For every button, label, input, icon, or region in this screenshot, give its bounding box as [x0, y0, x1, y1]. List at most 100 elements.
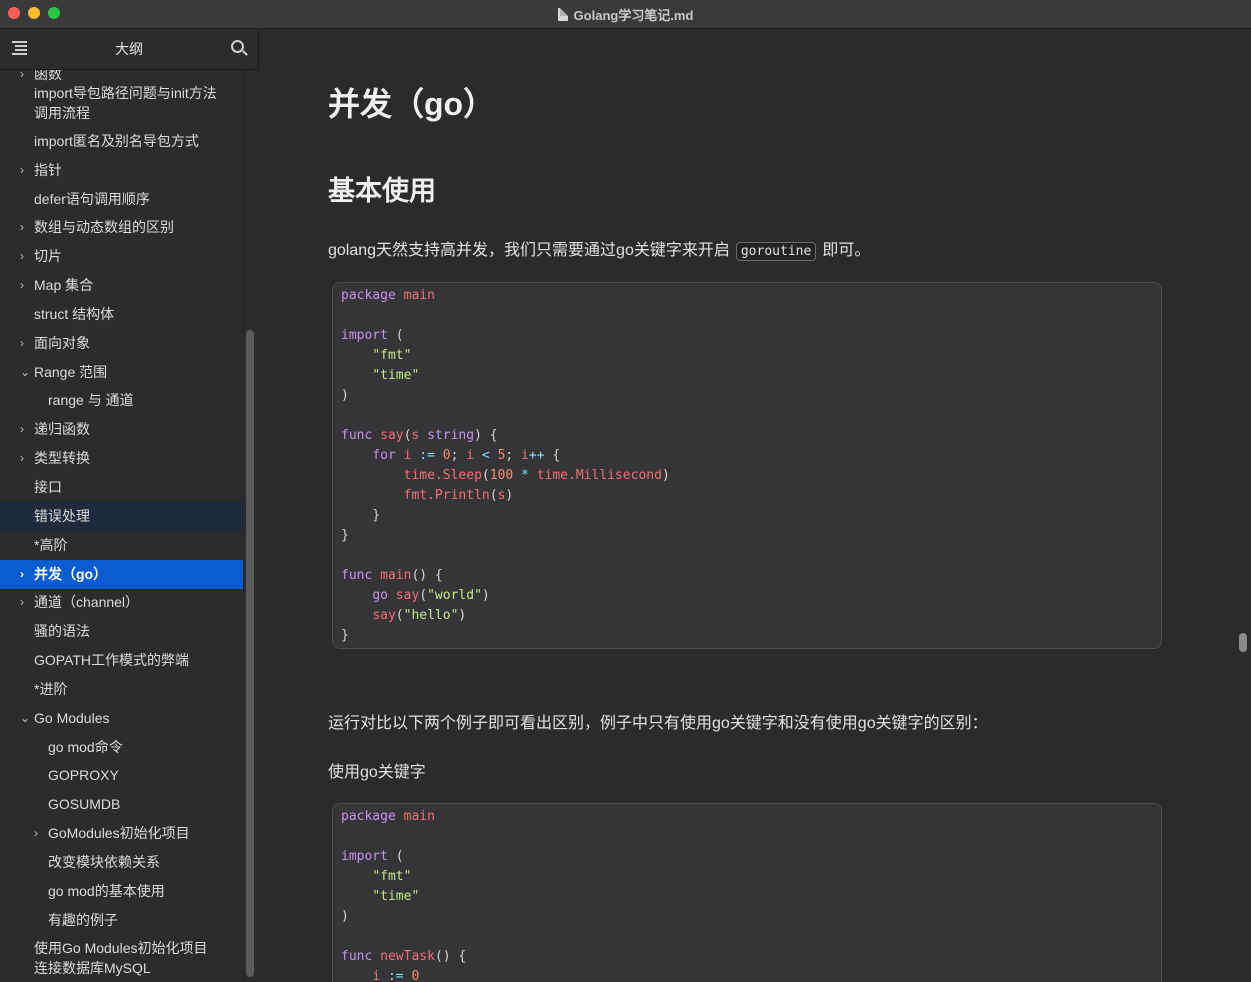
- code-line: ): [341, 388, 349, 403]
- outline-item-label: Go Modules: [34, 710, 110, 726]
- window-controls: [8, 7, 60, 19]
- outline-item-label: 切片: [34, 248, 62, 264]
- outline-sidebar: 大纲 › 函数 import导包路径问题与init方法 调用流程 import匿名及别名…: [0, 29, 259, 982]
- outline-item-label: 并发（go）: [34, 566, 108, 582]
- minimize-window-button[interactable]: [28, 7, 40, 19]
- paragraph-intro-text: golang天然支持高并发，我们只需要通过go关键字来开启: [328, 242, 730, 259]
- outline-item-label: range 与 通道: [48, 392, 134, 408]
- outline-item-label: 通道（channel）: [34, 594, 140, 610]
- code-line: go say("world"): [372, 588, 490, 603]
- outline-item-label: 类型转换: [34, 450, 90, 466]
- chevron-right-icon[interactable]: ›: [20, 246, 24, 266]
- code-line: ): [341, 909, 349, 924]
- code-line: func newTask() {: [341, 949, 467, 964]
- outline-item[interactable]: 错误处理: [0, 502, 243, 531]
- code-line: import (: [341, 849, 404, 864]
- chevron-right-icon[interactable]: ›: [20, 564, 24, 584]
- sidebar-scrollbar-thumb[interactable]: [246, 330, 254, 977]
- code-block-1[interactable]: package main import ( "fmt" "time") func…: [332, 282, 1162, 649]
- outline-item-label: Range 范围: [34, 364, 108, 380]
- code-line: package main: [341, 809, 435, 824]
- title-bar: Golang学习笔记.md: [0, 0, 1251, 29]
- close-window-button[interactable]: [8, 7, 20, 19]
- code-line: for i := 0; i < 5; i++ {: [372, 448, 561, 463]
- window-title-text: Golang学习笔记.md: [573, 7, 694, 23]
- outline-item-label: 有趣的例子: [48, 912, 118, 928]
- outline-item-label: struct 结构体: [34, 306, 115, 322]
- outline-item-label: *进阶: [34, 681, 68, 697]
- sidebar-title: 大纲: [115, 41, 143, 57]
- code-block-2[interactable]: package main import ( "fmt" "time") func…: [332, 803, 1162, 982]
- outline-item-label: 改变模块依赖关系: [48, 854, 160, 870]
- outline-item-label: 数组与动态数组的区别: [34, 219, 174, 235]
- outline-item-label: 连接数据库MySQL: [34, 960, 151, 976]
- code-line: import (: [341, 328, 404, 343]
- chevron-right-icon[interactable]: ›: [34, 823, 38, 843]
- outline-item-label: 骚的语法: [34, 623, 90, 639]
- paragraph-use-go: 使用go关键字: [328, 764, 426, 781]
- code-line: package main: [341, 288, 435, 303]
- code-line: }: [341, 628, 349, 643]
- outline-list: › 函数 import导包路径问题与init方法 调用流程 import匿名及别名导包方…: [0, 70, 243, 982]
- code-line: "fmt": [372, 348, 412, 363]
- outline-item-label: 错误处理: [34, 508, 90, 524]
- code-line: time.Sleep(100 * time.Millisecond): [403, 468, 670, 483]
- chevron-right-icon[interactable]: ›: [20, 160, 24, 180]
- chevron-right-icon[interactable]: ›: [20, 333, 24, 353]
- editor-content[interactable]: 并发（go） 基本使用 golang天然支持高并发，我们只需要通过go关键字来开…: [259, 29, 1251, 982]
- outline-item-label: 接口: [34, 479, 62, 495]
- heading-2: 基本使用: [328, 176, 436, 206]
- code-line: "time": [372, 368, 420, 383]
- chevron-down-icon[interactable]: ⌄: [20, 708, 30, 728]
- outline-toggle-icon[interactable]: [12, 41, 27, 55]
- paragraph-intro-end: 即可。: [822, 242, 871, 259]
- maximize-window-button[interactable]: [48, 7, 60, 19]
- outline-item-label: 函数: [34, 70, 62, 82]
- inline-code: goroutine: [735, 242, 817, 261]
- outline-item-label: GOSUMDB: [48, 796, 121, 812]
- search-icon[interactable]: [231, 40, 244, 53]
- outline-item-label: defer语句调用顺序: [34, 191, 150, 207]
- code-line: fmt.Println(s): [403, 488, 514, 503]
- heading-1: 并发（go）: [328, 86, 496, 122]
- window-title: Golang学习笔记.md: [557, 5, 694, 24]
- outline-item-label: import匿名及别名导包方式: [34, 133, 199, 149]
- code-line: "time": [372, 889, 420, 904]
- code-line: }: [341, 528, 349, 543]
- code-line: func say(s string) {: [341, 428, 498, 443]
- code-line: "fmt": [372, 869, 412, 884]
- outline-item-label: 调用流程: [34, 105, 90, 121]
- code-line: }: [341, 508, 381, 523]
- code-line: say("hello"): [372, 608, 467, 623]
- code-line: i := 0: [372, 969, 420, 982]
- chevron-right-icon[interactable]: ›: [20, 448, 24, 468]
- outline-item-label: *高阶: [34, 537, 68, 553]
- chevron-right-icon[interactable]: ›: [20, 419, 24, 439]
- chevron-right-icon[interactable]: ›: [20, 70, 24, 84]
- chevron-right-icon[interactable]: ›: [20, 592, 24, 612]
- editor-scrollbar-thumb[interactable]: [1239, 633, 1247, 652]
- outline-item-label: 指针: [34, 162, 62, 178]
- outline-item-label: GOPATH工作模式的弊端: [34, 652, 190, 668]
- chevron-right-icon[interactable]: ›: [20, 217, 24, 237]
- outline-item-label: Map 集合: [34, 277, 94, 293]
- outline-item-label: go mod的基本使用: [48, 883, 165, 899]
- outline-item[interactable]: › 并发（go）: [0, 560, 243, 589]
- outline-item-label: GoModules初始化项目: [48, 825, 190, 841]
- chevron-down-icon[interactable]: ⌄: [20, 362, 30, 382]
- code-line: func main() {: [341, 568, 443, 583]
- outline-item-label: 面向对象: [34, 335, 90, 351]
- paragraph-compare: 运行对比以下两个例子即可看出区别，例子中只有使用go关键字和没有使用go关键字的…: [328, 715, 988, 732]
- paragraph-intro: golang天然支持高并发，我们只需要通过go关键字来开启 goroutine 即可…: [328, 236, 870, 261]
- outline-item-label: 递归函数: [34, 421, 90, 437]
- document-icon: [557, 7, 568, 21]
- outline-item-label: GOPROXY: [48, 767, 119, 783]
- outline-item-label: 使用Go Modules初始化项目: [34, 940, 208, 956]
- chevron-right-icon[interactable]: ›: [20, 275, 24, 295]
- outline-item-label: import导包路径问题与init方法: [34, 85, 217, 101]
- sidebar-header: 大纲: [0, 29, 258, 70]
